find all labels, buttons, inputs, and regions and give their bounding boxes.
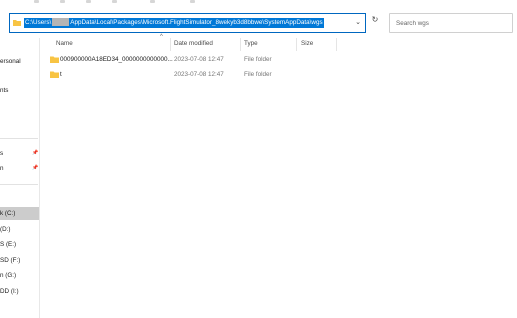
file-type: File folder (244, 56, 272, 63)
navigation-pane[interactable]: ersonal nts s 📌 n 📌 k (C:) (D:) S (E:) SD … (0, 38, 40, 318)
sidebar-item-drive-c[interactable]: k (C:) (0, 207, 39, 220)
sidebar-divider (0, 184, 38, 185)
column-divider[interactable] (170, 38, 171, 51)
sidebar-item-label: s (0, 150, 4, 157)
sidebar-item-label: ersonal (0, 58, 21, 65)
sidebar-item-drive-d[interactable]: (D:) (0, 223, 39, 236)
toolbar-glyph (34, 0, 39, 3)
column-header: ^ Name Date modified Type Size (50, 34, 517, 51)
search-input[interactable]: Search wgs (389, 13, 513, 33)
file-name: 000900000A18ED34_0000000000000... (60, 56, 173, 63)
sidebar-item-drive-e[interactable]: S (E:) (0, 238, 39, 251)
sidebar-item-label: (D:) (0, 226, 11, 233)
column-divider[interactable] (296, 38, 297, 51)
column-divider[interactable] (240, 38, 241, 51)
address-path[interactable]: C:\Users\ AppData\Local\Packages\Microsof… (24, 18, 324, 28)
file-type: File folder (244, 71, 272, 78)
address-bar[interactable]: C:\Users\ AppData\Local\Packages\Microsof… (9, 13, 366, 33)
redacted-username (52, 18, 70, 27)
file-date: 2023-07-08 12:47 (174, 56, 224, 63)
folder-icon (50, 56, 59, 63)
file-row[interactable]: t 2023-07-08 12:47 File folder (50, 69, 517, 82)
sidebar-item-drive-f[interactable]: SD (F:) (0, 254, 39, 267)
sidebar-item-drive-g[interactable]: n (G:) (0, 269, 39, 282)
sidebar-item-label: n (0, 165, 4, 172)
sidebar-item-label: DD (I:) (0, 288, 19, 295)
sidebar-item-label: nts (0, 87, 9, 94)
file-row[interactable]: 000900000A18ED34_0000000000000... 2023-0… (50, 54, 517, 67)
file-name: t (60, 71, 62, 78)
folder-icon (50, 71, 59, 78)
sidebar-item-label: n (G:) (0, 272, 17, 279)
toolbar-glyph (60, 0, 65, 3)
sidebar-divider (0, 138, 38, 139)
sidebar-item-drive-i[interactable]: DD (I:) (0, 285, 39, 298)
column-divider[interactable] (336, 38, 337, 51)
toolbar-strip (0, 0, 517, 9)
column-type[interactable]: Type (244, 40, 258, 47)
path-suffix: AppData\Local\Packages\Microsoft.FlightS… (70, 19, 323, 26)
sidebar-item[interactable]: n 📌 (0, 162, 39, 175)
chevron-down-icon[interactable]: ⌄ (355, 18, 361, 26)
search-placeholder: Search wgs (396, 20, 429, 27)
column-name[interactable]: Name (56, 40, 73, 47)
pin-icon[interactable]: 📌 (32, 147, 38, 160)
sidebar-item-label: S (E:) (0, 241, 17, 248)
sidebar-item[interactable]: s 📌 (0, 147, 39, 160)
toolbar-glyph (86, 0, 91, 3)
toolbar-glyph (150, 0, 155, 3)
sidebar-item[interactable]: nts (0, 84, 39, 97)
sidebar-item-label: k (C:) (0, 210, 16, 217)
sidebar-item-label: SD (F:) (0, 257, 21, 264)
toolbar-glyph (112, 0, 117, 3)
folder-icon (13, 20, 21, 26)
file-date: 2023-07-08 12:47 (174, 71, 224, 78)
refresh-icon[interactable]: ↻ (369, 15, 381, 29)
column-size[interactable]: Size (301, 40, 313, 47)
sort-up-icon: ^ (160, 34, 163, 40)
toolbar-glyph (190, 0, 195, 3)
column-date-modified[interactable]: Date modified (174, 40, 213, 47)
path-prefix: C:\Users\ (25, 19, 52, 26)
pin-icon[interactable]: 📌 (32, 162, 38, 175)
sidebar-item[interactable]: ersonal (0, 55, 39, 68)
